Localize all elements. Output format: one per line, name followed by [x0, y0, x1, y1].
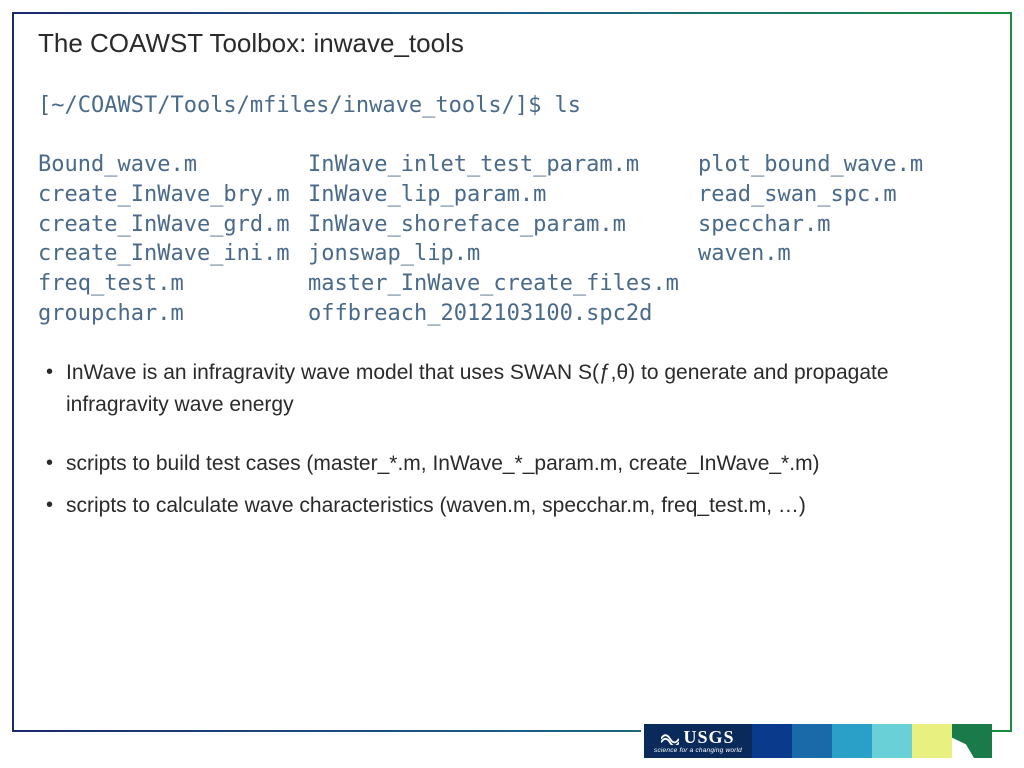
file: plot_bound_wave.m	[698, 152, 923, 177]
terminal-listing: [~/COAWST/Tools/mfiles/inwave_tools/]$ l…	[38, 91, 986, 329]
file: create_InWave_ini.m	[38, 239, 308, 269]
file: jonswap_lip.m	[308, 239, 698, 269]
file: InWave_lip_param.m	[308, 180, 698, 210]
terminal-prompt: [~/COAWST/Tools/mfiles/inwave_tools/]$ l…	[38, 93, 581, 118]
file: waven.m	[698, 241, 791, 266]
usgs-logo: USGS science for a changing world	[641, 724, 752, 758]
file: create_InWave_bry.m	[38, 180, 308, 210]
file: read_swan_spc.m	[698, 182, 897, 207]
file: specchar.m	[698, 212, 830, 237]
file: offbreach_2012103100.spc2d	[308, 299, 698, 329]
florida-icon	[952, 724, 992, 758]
file: InWave_shoreface_param.m	[308, 210, 698, 240]
file: groupchar.m	[38, 299, 308, 329]
bullet-item: scripts to calculate wave characteristic…	[38, 490, 986, 523]
wave-icon	[661, 729, 679, 745]
usgs-logo-text: USGS	[661, 728, 734, 746]
bullet-list: InWave is an infragravity wave model tha…	[38, 357, 986, 523]
usgs-text: USGS	[683, 728, 734, 746]
slide-frame: The COAWST Toolbox: inwave_tools [~/COAW…	[12, 12, 1012, 732]
file: freq_test.m	[38, 269, 308, 299]
usgs-tagline: science for a changing world	[654, 747, 742, 754]
file: master_InWave_create_files.m	[308, 269, 698, 299]
color-strip	[752, 724, 952, 758]
slide-title: The COAWST Toolbox: inwave_tools	[38, 28, 986, 59]
file: Bound_wave.m	[38, 150, 308, 180]
file: InWave_inlet_test_param.m	[308, 150, 698, 180]
bullet-item: scripts to build test cases (master_*.m,…	[38, 448, 986, 481]
footer-logo-bar: USGS science for a changing world	[641, 724, 992, 758]
file: create_InWave_grd.m	[38, 210, 308, 240]
bullet-item: InWave is an infragravity wave model tha…	[38, 357, 986, 422]
